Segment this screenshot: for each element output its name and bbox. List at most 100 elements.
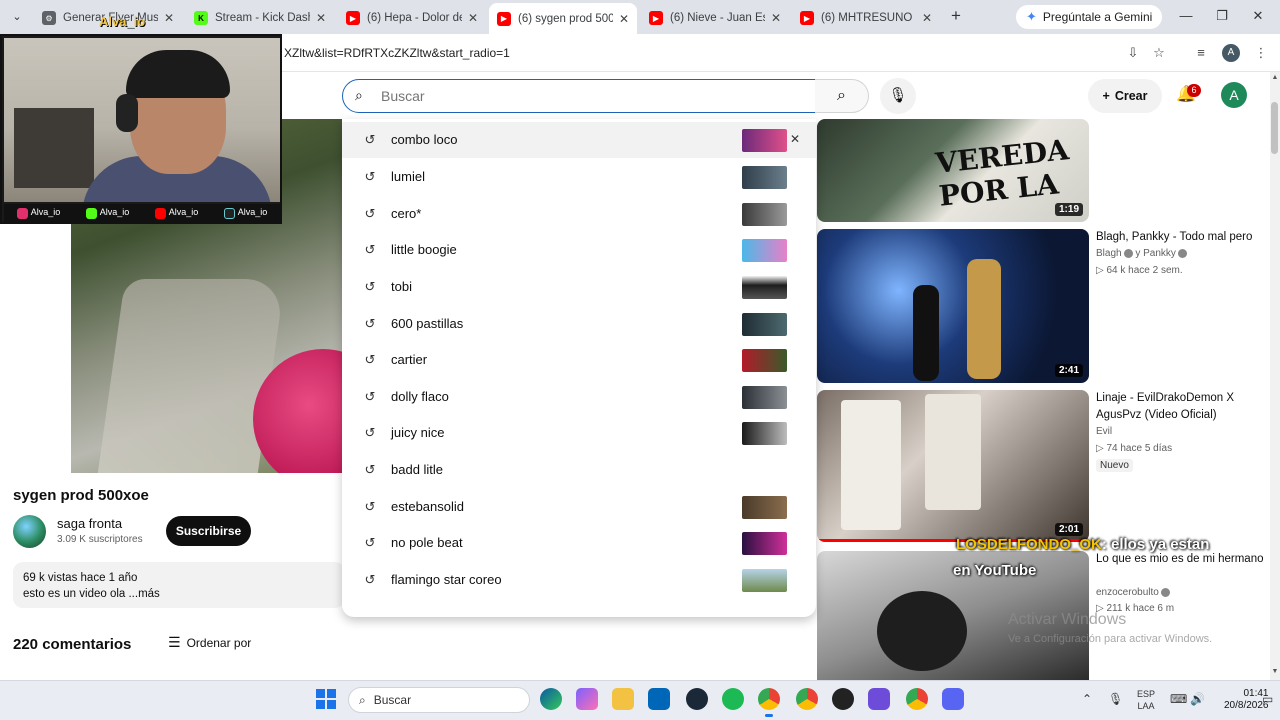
chrome-profile-icon[interactable] (906, 688, 928, 710)
close-tab-icon[interactable]: ✕ (922, 11, 932, 25)
channel-name[interactable]: saga fronta (57, 516, 122, 531)
chat-username: LOSDELFONDO_OK (956, 536, 1102, 553)
duration-badge: 1:19 (1054, 203, 1083, 216)
gemini-icon: ✦ (1026, 9, 1037, 24)
recommendation-channel[interactable]: Evil (1096, 426, 1112, 437)
bookmark-star-icon[interactable]: ☆ (1150, 44, 1168, 62)
recommendation-title[interactable]: Linaje - EvilDrakoDemon X AgusPvz (Video… (1096, 390, 1268, 424)
chrome-alt-icon[interactable] (796, 688, 818, 710)
suggestion-item[interactable]: ↺ juicy nice (342, 415, 816, 451)
close-tab-icon[interactable]: ✕ (316, 11, 326, 25)
activate-windows-subtitle: Ve a Configuración para activar Windows. (1008, 633, 1213, 645)
close-tab-icon[interactable]: ✕ (771, 11, 781, 25)
search-input[interactable] (381, 86, 801, 106)
suggestion-item[interactable]: ↺ little boogie (342, 232, 816, 268)
network-icon[interactable]: ⌨ (1170, 692, 1187, 706)
duration-badge: 2:01 (1054, 523, 1083, 536)
tab-nieve[interactable]: ▶ (6) Nieve - Juan Espin ✕ (641, 5, 789, 31)
minimize-icon[interactable]: — (1176, 6, 1196, 26)
copilot-icon[interactable] (576, 688, 598, 710)
discord-icon[interactable] (942, 688, 964, 710)
thumbnail-figure (967, 259, 1001, 379)
verified-icon (1177, 248, 1187, 258)
chrome-icon[interactable] (758, 688, 780, 717)
volume-icon[interactable]: 🔊 (1190, 692, 1205, 706)
recommendation-channel[interactable]: Blagh y Pankky (1096, 248, 1187, 259)
taskbar-search[interactable]: ⌕ Buscar (348, 687, 530, 713)
tab-sygen-active[interactable]: ▶ (6) sygen prod 500xo ✕ (489, 3, 637, 34)
install-app-icon[interactable]: ⇩ (1124, 44, 1142, 62)
microsoft-store-icon[interactable] (648, 688, 670, 710)
suggestion-thumbnail (742, 532, 787, 555)
channel-avatar[interactable] (13, 515, 46, 548)
show-hidden-icons-chevron-icon[interactable]: ⌃ (1082, 692, 1092, 706)
tab-kick-dashboard[interactable]: K Stream - Kick Dashbo ✕ (186, 5, 334, 31)
scrollbar-thumb[interactable] (1271, 102, 1278, 154)
chrome-menu-icon[interactable]: ⋮ (1252, 44, 1270, 62)
suggestion-item[interactable]: ↺ dolly flaco (342, 379, 816, 415)
views-date: 69 k vistas hace 1 año (23, 572, 138, 584)
voice-search-button[interactable]: 🎙 (880, 78, 916, 114)
notification-center-icon[interactable]: ▭ (1262, 692, 1273, 706)
url-field[interactable]: XZltw&list=RDfRTXcZKZltw&start_radio=1 (284, 46, 510, 60)
microphone-tray-icon[interactable]: 🎙 (1108, 692, 1123, 706)
edge-icon[interactable] (540, 688, 562, 710)
suggestion-item[interactable]: ↺ lumiel (342, 159, 816, 195)
search-button[interactable]: ⌕ (815, 79, 869, 113)
suggestion-item[interactable]: ↺ combo loco ✕ (342, 122, 816, 158)
media-control-icon[interactable]: ≡ (1192, 44, 1210, 62)
suggestion-item[interactable]: ↺ tobi (342, 269, 816, 305)
account-avatar[interactable]: A (1221, 82, 1247, 108)
suggestion-item[interactable]: ↺ cartier (342, 342, 816, 378)
tab-search-icon[interactable]: ⌄ (8, 8, 26, 26)
recommendation-title[interactable]: Blagh, Pankky - Todo mal pero (1096, 229, 1268, 246)
spotify-icon[interactable] (722, 688, 744, 710)
suggestion-item[interactable]: ↺ estebansolid (342, 489, 816, 525)
scroll-up-arrow-icon[interactable]: ▲ (1270, 74, 1280, 81)
page-scrollbar[interactable] (1270, 72, 1280, 682)
suggestion-item[interactable]: ↺ no pole beat (342, 525, 816, 561)
suggestion-thumbnail (742, 386, 787, 409)
close-tab-icon[interactable]: ✕ (468, 11, 478, 25)
kick-handle: Alva_io (85, 207, 129, 219)
description-box[interactable]: 69 k vistas hace 1 año esto es un video … (13, 562, 345, 608)
suggestion-thumbnail (742, 496, 787, 519)
file-explorer-icon[interactable] (612, 688, 634, 710)
streamer-name-overlay: Alva_io (99, 14, 146, 29)
create-button[interactable]: + Crear (1088, 79, 1162, 113)
new-tab-button[interactable]: + (946, 6, 966, 26)
remove-suggestion-icon[interactable]: ✕ (790, 132, 800, 146)
verified-icon (1123, 248, 1133, 258)
recommendation-channel[interactable]: enzocerobulto (1096, 587, 1170, 598)
tab-mhtresuno[interactable]: ▶ (6) MHTRESUNO | AF ✕ (792, 5, 940, 31)
recommendation-title[interactable]: Lo que es mio es de mi hermano (1096, 551, 1268, 568)
suggestion-thumbnail (742, 166, 787, 189)
recommendation-thumbnail[interactable]: 2:41 (817, 229, 1089, 383)
obs-icon[interactable] (832, 688, 854, 710)
tab-hepa[interactable]: ▶ (6) Hepa - Dolor de n ✕ (338, 5, 486, 31)
plus-icon: + (1102, 89, 1110, 103)
recommendation-thumbnail[interactable]: VEREDA POR LA 1:19 (817, 119, 1089, 222)
history-icon: ↺ (364, 242, 376, 257)
browser-profile-avatar[interactable]: A (1222, 44, 1240, 62)
sort-comments-button[interactable]: ☰ Ordenar por (168, 634, 251, 651)
ask-gemini-button[interactable]: ✦ Pregúntale a Gemini (1016, 5, 1163, 29)
suggestion-item[interactable]: ↺ flamingo star coreo (342, 562, 816, 598)
close-window-icon[interactable]: ✕ (1248, 6, 1268, 26)
close-tab-icon[interactable]: ✕ (619, 12, 629, 26)
keyboard-language[interactable]: ESP LAA (1137, 688, 1155, 712)
suggestion-item[interactable]: ↺ cero* (342, 196, 816, 232)
twitch-tool-icon[interactable] (868, 688, 890, 710)
recommendation-thumbnail[interactable]: 2:01 (817, 390, 1089, 542)
restore-icon[interactable]: ❐ (1212, 6, 1232, 26)
suggestion-item[interactable]: ↺ badd litle (342, 452, 816, 488)
windows-start-icon[interactable] (316, 689, 336, 709)
verified-icon (1160, 587, 1170, 597)
suggestion-item[interactable]: ↺ 600 pastillas (342, 306, 816, 342)
close-tab-icon[interactable]: ✕ (164, 11, 174, 25)
subscribe-button[interactable]: Suscribirse (166, 516, 251, 546)
scroll-down-arrow-icon[interactable]: ▼ (1270, 668, 1280, 675)
comments-count: 220 comentarios (13, 636, 132, 653)
youtube-handle: Alva_io (154, 207, 198, 219)
steam-icon[interactable] (686, 688, 708, 710)
